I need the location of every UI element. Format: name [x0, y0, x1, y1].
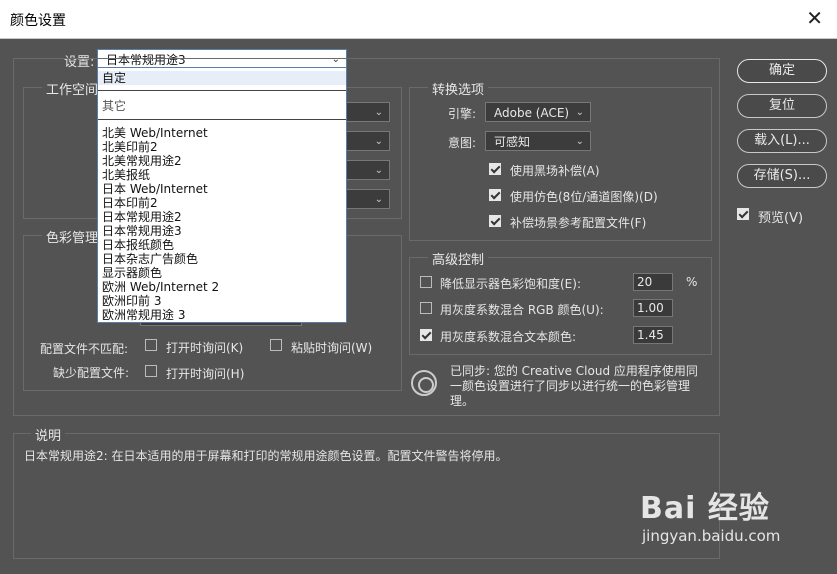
desaturate-input[interactable]: 20 — [633, 273, 673, 291]
watermark-brand: Bai 经验 — [640, 491, 770, 526]
bpc-label: 使用黑场补偿(A) — [510, 164, 600, 178]
dropdown-item[interactable]: 北美印前2 — [98, 140, 346, 154]
mismatch-paste-label: 粘贴时询问(W) — [291, 341, 373, 355]
dropdown-item[interactable]: 日本常规用途2 — [98, 210, 346, 224]
dropdown-item[interactable]: 北美常规用途2 — [98, 154, 346, 168]
mismatch-open-checkbox[interactable] — [145, 339, 157, 351]
mismatch-open-label: 打开时询问(K) — [166, 341, 244, 355]
preview-label: 预览(V) — [758, 211, 804, 226]
load-button[interactable]: 载入(L)... — [737, 129, 827, 153]
chevron-down-icon: ⌄ — [374, 107, 383, 118]
intent-select[interactable]: 可感知 ⌄ — [485, 131, 591, 151]
sync-line2: 一颜色设置进行了同步以进行统一的色彩管理 — [450, 379, 691, 393]
dropdown-item[interactable]: 欧洲 Web/Internet 2 — [98, 280, 346, 294]
dropdown-item[interactable]: 日本 Web/Internet — [98, 182, 346, 196]
desaturate-checkbox[interactable] — [420, 276, 432, 288]
missing-open-checkbox[interactable] — [145, 365, 157, 377]
dither-label: 使用仿色(8位/通道图像)(D) — [510, 190, 658, 204]
intent-value: 可感知 — [494, 135, 531, 149]
dropdown-item[interactable]: 日本报纸颜色 — [98, 238, 346, 252]
blend-text-input[interactable]: 1.45 — [633, 326, 673, 344]
dropdown-item-custom[interactable]: 自定 — [98, 71, 346, 85]
desaturate-label: 降低显示器色彩饱和度(E): — [440, 277, 581, 291]
engine-select[interactable]: Adobe (ACE) ⌄ — [485, 102, 591, 122]
compensate-label: 补偿场景参考配置文件(F) — [510, 216, 647, 230]
chevron-down-icon: ⌄ — [374, 194, 383, 205]
dropdown-separator — [98, 119, 346, 120]
description-text: 日本常规用途2: 在日本适用的用于屏幕和打印的常规用途颜色设置。配置文件警告将停… — [24, 449, 508, 463]
mismatch-paste-checkbox[interactable] — [270, 339, 282, 351]
blend-rgb-checkbox[interactable] — [420, 302, 432, 314]
profile-mismatch-label: 配置文件不匹配: — [40, 342, 129, 356]
dropdown-item[interactable]: 北美 Web/Internet — [98, 126, 346, 140]
title-bar: 颜色设置 ✕ — [0, 0, 837, 39]
blend-text-label: 用灰度系数混合文本颜色: — [440, 330, 577, 344]
engine-value: Adobe (ACE) — [494, 106, 570, 120]
intent-label: 意图: — [448, 136, 477, 150]
preview-checkbox[interactable] — [737, 208, 749, 220]
chevron-down-icon: ⌄ — [575, 107, 584, 118]
ok-button[interactable]: 确定 — [737, 59, 827, 83]
chevron-down-icon: ⌄ — [374, 165, 383, 176]
description-legend: 说明 — [31, 425, 66, 444]
bpc-checkbox[interactable] — [489, 163, 501, 175]
blend-text-checkbox[interactable] — [420, 329, 432, 341]
dropdown-item[interactable]: 显示器颜色 — [98, 266, 346, 280]
dropdown-item-other[interactable]: 其它 — [98, 99, 346, 113]
sync-icon — [411, 370, 437, 396]
dropdown-item[interactable]: 日本常规用途3 — [98, 224, 346, 238]
percent-label: % — [686, 275, 698, 289]
missing-profile-label: 缺少配置文件: — [53, 366, 130, 380]
reset-button[interactable]: 复位 — [737, 94, 827, 118]
dither-checkbox[interactable] — [489, 189, 501, 201]
dropdown-item[interactable]: 北美报纸 — [98, 168, 346, 182]
dropdown-item[interactable]: 日本杂志广告颜色 — [98, 252, 346, 266]
color-management-legend: 色彩管理 — [42, 227, 103, 246]
dropdown-separator — [98, 90, 346, 91]
sync-line3: 理。 — [450, 394, 475, 408]
save-button[interactable]: 存储(S)... — [737, 164, 827, 188]
blend-rgb-input[interactable]: 1.00 — [633, 299, 673, 317]
chevron-down-icon: ⌄ — [575, 136, 584, 147]
dropdown-item[interactable]: 欧洲印前 3 — [98, 294, 346, 308]
compensate-checkbox[interactable] — [489, 215, 501, 227]
close-icon[interactable]: ✕ — [806, 6, 823, 30]
settings-dropdown-list: 自定 其它 北美 Web/Internet 北美印前2 北美常规用途2 北美报纸 日本 … — [97, 67, 347, 323]
chevron-down-icon: ⌄ — [374, 136, 383, 147]
missing-open-label: 打开时询问(H) — [166, 367, 245, 381]
workspace-legend: 工作空间 — [42, 79, 103, 98]
conversion-legend: 转换选项 — [428, 79, 489, 98]
watermark-url: jingyan.baidu.com — [642, 527, 781, 545]
dropdown-item[interactable]: 日本印前2 — [98, 196, 346, 210]
advanced-legend: 高级控制 — [428, 249, 489, 268]
window-title: 颜色设置 — [10, 13, 66, 29]
dropdown-item[interactable]: 欧洲常规用途 3 — [98, 308, 346, 322]
engine-label: 引擎: — [448, 107, 477, 121]
blend-rgb-label: 用灰度系数混合 RGB 颜色(U): — [440, 303, 604, 317]
baidu-watermark: Bai 经验 jingyan.baidu.com — [640, 483, 780, 545]
